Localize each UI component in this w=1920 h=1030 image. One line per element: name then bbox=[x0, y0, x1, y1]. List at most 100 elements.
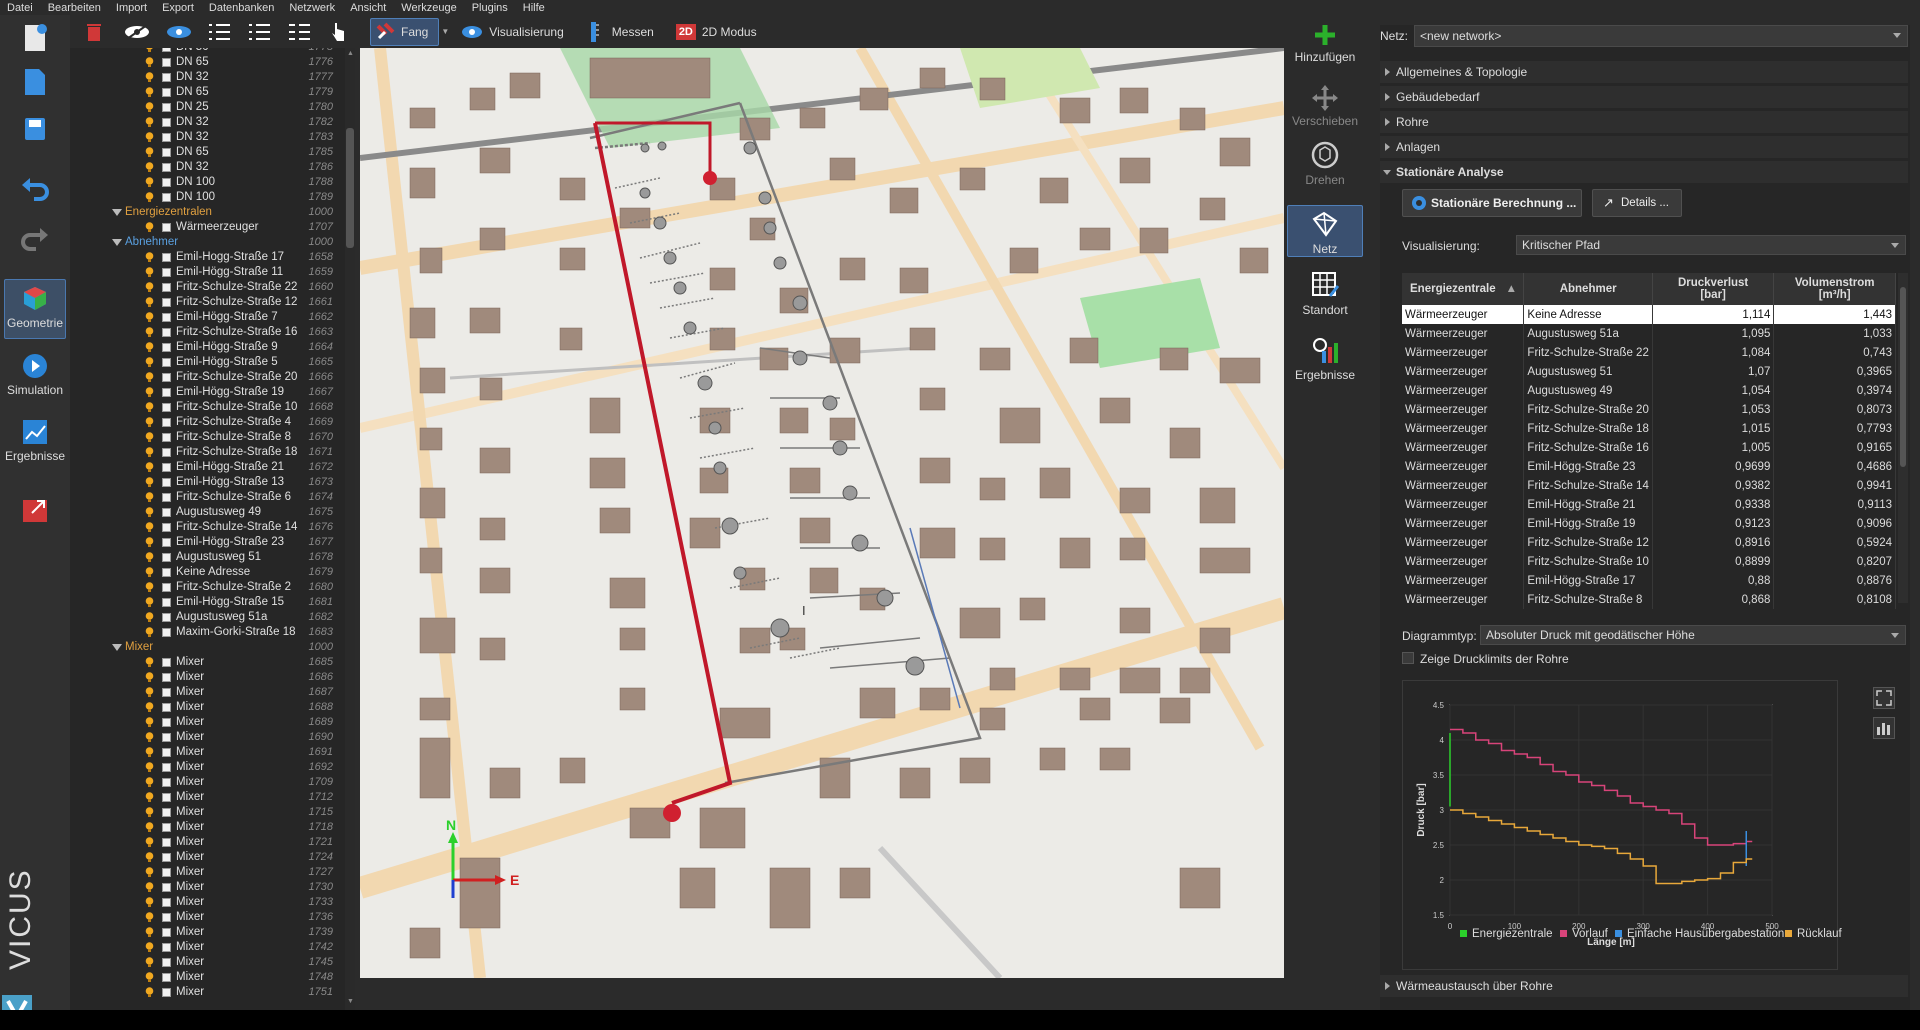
bulb-icon[interactable] bbox=[145, 597, 154, 608]
tree-item[interactable]: Mixer 1724 bbox=[70, 850, 345, 865]
bulb-icon[interactable] bbox=[145, 147, 154, 158]
checkbox[interactable] bbox=[162, 943, 171, 952]
tree-item[interactable]: Emil-Högg-Straße 5 1665 bbox=[70, 355, 345, 370]
tree-item[interactable]: Emil-Högg-Straße 15 1681 bbox=[70, 595, 345, 610]
checkbox[interactable] bbox=[162, 283, 171, 292]
bulb-icon[interactable] bbox=[145, 327, 154, 338]
table-row[interactable]: Wärmeerzeuger Fritz-Schulze-Straße 8 0,868… bbox=[1402, 590, 1896, 609]
tree-item[interactable]: Emil-Högg-Straße 21 1672 bbox=[70, 460, 345, 475]
section-rohre[interactable]: Rohre bbox=[1380, 111, 1908, 133]
checkbox[interactable] bbox=[162, 538, 171, 547]
expand-icon[interactable] bbox=[112, 239, 122, 246]
checkbox[interactable] bbox=[162, 48, 171, 52]
bulb-icon[interactable] bbox=[145, 117, 154, 128]
checkbox[interactable] bbox=[162, 913, 171, 922]
bulb-icon[interactable] bbox=[145, 342, 154, 353]
scroll-up-icon[interactable]: ▲ bbox=[347, 50, 354, 57]
bulb-icon[interactable] bbox=[145, 882, 154, 893]
bulb-icon[interactable] bbox=[145, 192, 154, 203]
checkbox[interactable] bbox=[162, 973, 171, 982]
tree-item[interactable]: Augustusweg 51a 1682 bbox=[70, 610, 345, 625]
bulb-icon[interactable] bbox=[145, 687, 154, 698]
bulb-icon[interactable] bbox=[145, 492, 154, 503]
tree-item[interactable]: Wärmeerzeuger 1707 bbox=[70, 220, 345, 235]
map-viewport[interactable]: N E I bbox=[360, 48, 1284, 978]
table-row[interactable]: Wärmeerzeuger Fritz-Schulze-Straße 14 0,93… bbox=[1402, 476, 1896, 495]
table-scrollbar[interactable] bbox=[1898, 273, 1908, 603]
tree-item[interactable]: Emil-Högg-Straße 11 1659 bbox=[70, 265, 345, 280]
hinzufuegen-button[interactable]: Hinzufügen bbox=[1287, 23, 1363, 64]
tree-item[interactable]: Augustusweg 51 1678 bbox=[70, 550, 345, 565]
tree-item[interactable]: DN 32 1777 bbox=[70, 70, 345, 85]
tree-item[interactable]: DN 65 1779 bbox=[70, 85, 345, 100]
tree-item[interactable]: Mixer 1742 bbox=[70, 940, 345, 955]
new-file-icon[interactable] bbox=[4, 23, 66, 53]
table-row[interactable]: Wärmeerzeuger Emil-Högg-Straße 17 0,88 0,88… bbox=[1402, 571, 1896, 590]
checkbox[interactable] bbox=[162, 388, 171, 397]
bulb-icon[interactable] bbox=[145, 747, 154, 758]
bulb-icon[interactable] bbox=[145, 897, 154, 908]
checkbox[interactable] bbox=[162, 688, 171, 697]
tree-item[interactable]: Fritz-Schulze-Straße 10 1668 bbox=[70, 400, 345, 415]
checkbox[interactable] bbox=[162, 148, 171, 157]
menu-netzwerk[interactable]: Netzwerk bbox=[282, 2, 343, 14]
checkbox[interactable] bbox=[162, 988, 171, 997]
menu-werkzeuge[interactable]: Werkzeuge bbox=[394, 2, 464, 14]
bulb-icon[interactable] bbox=[145, 942, 154, 953]
bulb-icon[interactable] bbox=[145, 282, 154, 293]
geometrie-button[interactable]: Geometrie bbox=[4, 279, 66, 339]
tree-item[interactable]: Fritz-Schulze-Straße 20 1666 bbox=[70, 370, 345, 385]
bulb-icon[interactable] bbox=[145, 132, 154, 143]
tree-item[interactable]: Emil-Högg-Straße 23 1677 bbox=[70, 535, 345, 550]
table-row[interactable]: Wärmeerzeuger Fritz-Schulze-Straße 16 1,00… bbox=[1402, 438, 1896, 457]
bulb-icon[interactable] bbox=[145, 507, 154, 518]
tree-item[interactable]: Fritz-Schulze-Straße 4 1669 bbox=[70, 415, 345, 430]
chart-export-icon[interactable] bbox=[1873, 717, 1895, 739]
details-button[interactable]: ↗ Details ... bbox=[1592, 189, 1682, 217]
checkbox[interactable] bbox=[162, 133, 171, 142]
checkbox[interactable] bbox=[162, 403, 171, 412]
bulb-icon[interactable] bbox=[145, 732, 154, 743]
checkbox[interactable] bbox=[162, 253, 171, 262]
checkbox[interactable] bbox=[162, 733, 171, 742]
table-row[interactable]: Wärmeerzeuger Augustusweg 51 1,07 0,3965 bbox=[1402, 362, 1896, 381]
tree-item[interactable]: Fritz-Schulze-Straße 22 1660 bbox=[70, 280, 345, 295]
checkbox[interactable] bbox=[162, 823, 171, 832]
checkbox[interactable] bbox=[162, 418, 171, 427]
bulb-icon[interactable] bbox=[145, 852, 154, 863]
tree-item[interactable]: DN 65 1776 bbox=[70, 55, 345, 70]
section-anlagen[interactable]: Anlagen bbox=[1380, 136, 1908, 158]
menu-export[interactable]: Export bbox=[155, 2, 202, 14]
save-icon[interactable] bbox=[4, 115, 66, 143]
checkbox[interactable] bbox=[162, 808, 171, 817]
tree-item[interactable]: Emil-Högg-Straße 9 1664 bbox=[70, 340, 345, 355]
bulb-icon[interactable] bbox=[145, 402, 154, 413]
scroll-down-icon[interactable]: ▼ bbox=[347, 998, 354, 1005]
checkbox[interactable] bbox=[162, 343, 171, 352]
section-gebaeudebedarf[interactable]: Gebäudebedarf bbox=[1380, 86, 1908, 108]
bulb-icon[interactable] bbox=[145, 582, 154, 593]
tree-item[interactable]: Mixer 1727 bbox=[70, 865, 345, 880]
col-druckverlust[interactable]: Druckverlust [bar] bbox=[1652, 273, 1775, 305]
bulb-icon[interactable] bbox=[145, 552, 154, 563]
tree-item[interactable]: Mixer 1745 bbox=[70, 955, 345, 970]
tree-item[interactable]: Fritz-Schulze-Straße 8 1670 bbox=[70, 430, 345, 445]
tree-item[interactable]: Mixer 1748 bbox=[70, 970, 345, 985]
drehen-button[interactable]: Drehen bbox=[1287, 140, 1363, 187]
checkbox[interactable] bbox=[162, 193, 171, 202]
tree-item[interactable]: Maxim-Gorki-Straße 18 1683 bbox=[70, 625, 345, 640]
netz-button[interactable]: Netz bbox=[1287, 205, 1363, 257]
fullscreen-icon[interactable] bbox=[1873, 687, 1895, 709]
bulb-icon[interactable] bbox=[145, 57, 154, 68]
checkbox[interactable] bbox=[162, 718, 171, 727]
tree-item[interactable]: Mixer 1712 bbox=[70, 790, 345, 805]
table-row[interactable]: Wärmeerzeuger Fritz-Schulze-Straße 22 1,08… bbox=[1402, 343, 1896, 362]
bulb-icon[interactable] bbox=[145, 102, 154, 113]
checkbox[interactable] bbox=[162, 478, 171, 487]
show-icon[interactable] bbox=[162, 18, 196, 46]
checkbox[interactable] bbox=[162, 433, 171, 442]
bulb-icon[interactable] bbox=[145, 252, 154, 263]
bulb-icon[interactable] bbox=[145, 522, 154, 533]
bulb-icon[interactable] bbox=[145, 462, 154, 473]
visualisierung-select[interactable]: Kritischer Pfad bbox=[1516, 235, 1906, 255]
